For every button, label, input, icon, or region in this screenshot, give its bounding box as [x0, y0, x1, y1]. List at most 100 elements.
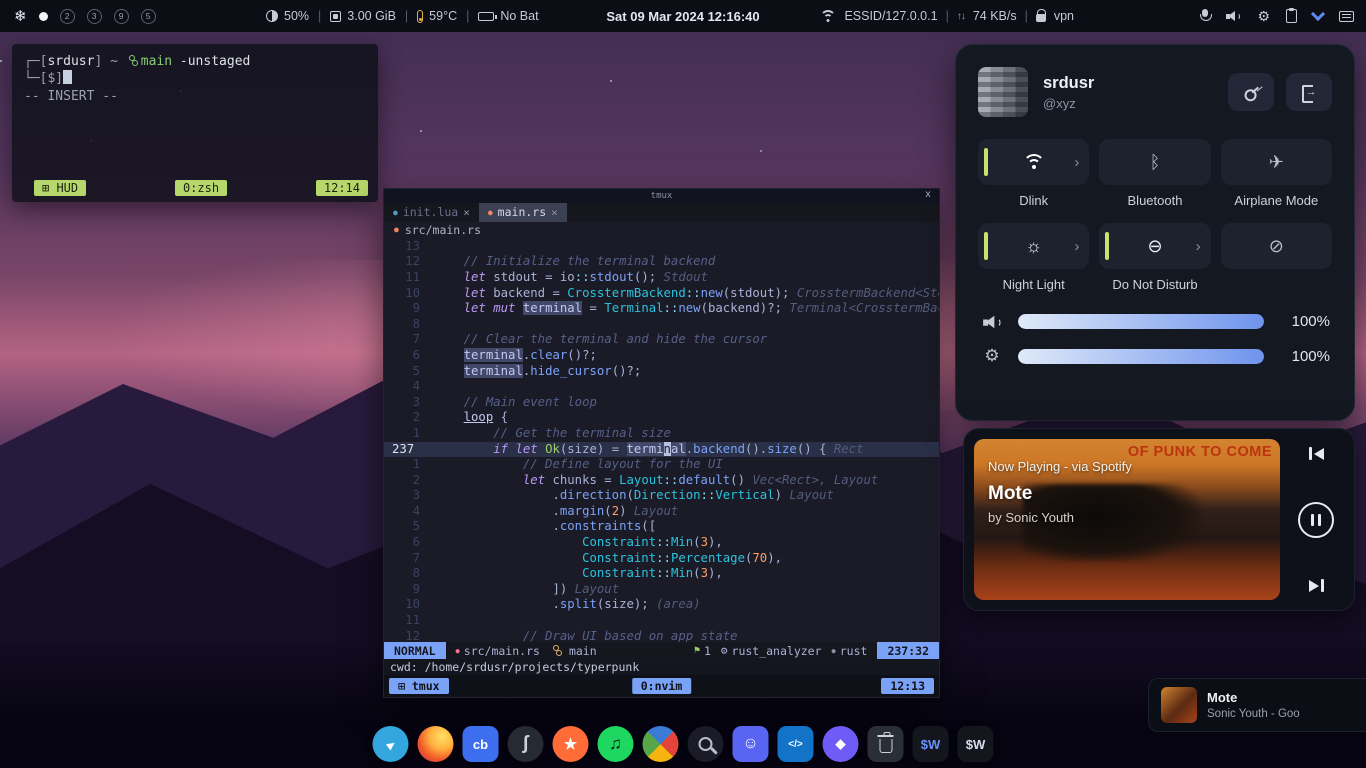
editor-window[interactable]: tmux x ● init.lua × ● main.rs × ● src/ma…: [383, 188, 940, 698]
workspace-3[interactable]: 3: [87, 9, 102, 24]
previous-button[interactable]: [1309, 447, 1324, 460]
flag-icon: ⚑: [694, 645, 700, 656]
workspace-5[interactable]: 5: [141, 9, 156, 24]
dock-photos[interactable]: [643, 726, 679, 762]
microphone-icon[interactable]: [1200, 9, 1210, 23]
toggle-label: Dlink: [1019, 193, 1048, 209]
dock-hook-tool[interactable]: ʃ: [508, 726, 544, 762]
keyring-button[interactable]: [1228, 73, 1274, 111]
code-line: 3 // Main event loop: [384, 395, 939, 411]
tab-init-lua[interactable]: ● init.lua ×: [384, 203, 479, 222]
tab-close-icon[interactable]: ×: [551, 206, 558, 219]
notification-subtitle: Sonic Youth - Goo: [1207, 708, 1300, 720]
dock-discord[interactable]: ☺: [733, 726, 769, 762]
next-button[interactable]: [1309, 579, 1324, 592]
toggle-do-not-disturb[interactable]: ⊖ ›: [1099, 223, 1210, 269]
volume-slider[interactable]: [1018, 314, 1264, 329]
pause-icon: [1298, 502, 1334, 538]
active-accent: [984, 232, 988, 260]
clipboard-icon[interactable]: [1286, 9, 1297, 23]
settings-gear-icon[interactable]: ⚙: [1257, 8, 1270, 25]
code-line: 11: [384, 613, 939, 629]
lua-file-icon: ●: [393, 208, 398, 217]
avatar[interactable]: [978, 67, 1028, 117]
workspace-2[interactable]: 2: [60, 9, 75, 24]
trash-icon: [879, 739, 892, 753]
code-line: 11 let stdout = io::stdout(); Stdout: [384, 270, 939, 286]
album-art[interactable]: OF PUNK TO COME Now Playing - via Spotif…: [974, 439, 1280, 600]
toggle-blocked[interactable]: ⊘: [1221, 223, 1332, 269]
dock-spotify[interactable]: ♫: [598, 726, 634, 762]
code-area[interactable]: 1312 // Initialize the terminal backend1…: [384, 238, 939, 642]
chevron-right-icon[interactable]: ›: [1074, 154, 1079, 171]
hud-terminal-window[interactable]: ┌─[srdusr] ~ main -unstaged └─[$] -- INS…: [12, 44, 378, 202]
hud-window-badge[interactable]: 0:zsh: [175, 180, 227, 196]
distro-logo-icon[interactable]: ❄: [14, 7, 27, 25]
chevron-down-icon[interactable]: [1311, 7, 1325, 21]
tmux-clock-badge: 12:13: [881, 678, 934, 694]
tmux-window-badge[interactable]: 0:nvim: [632, 678, 692, 694]
dock-firefox[interactable]: [418, 726, 454, 762]
dock-wallet-w2[interactable]: $W: [958, 726, 994, 762]
dock-wallet-w1[interactable]: $W: [913, 726, 949, 762]
chevron-right-icon[interactable]: ›: [1074, 238, 1079, 255]
speaker-icon[interactable]: [1226, 10, 1241, 22]
star-app-icon: ★: [564, 735, 577, 753]
essid[interactable]: ESSID/127.0.0.1: [844, 9, 937, 23]
vi-mode-indicator: -- INSERT --: [24, 89, 366, 105]
code-line: 4: [384, 379, 939, 395]
window-titlebar[interactable]: tmux x: [384, 189, 939, 203]
clock[interactable]: Sat 09 Mar 2024 12:16:40: [606, 0, 759, 32]
telegram-icon: ►: [381, 734, 400, 754]
tab-close-icon[interactable]: ×: [463, 206, 470, 219]
workspace-active-dot[interactable]: [39, 12, 48, 21]
cpu-icon: [266, 10, 278, 22]
brightness-value: 100%: [1278, 348, 1330, 365]
workspace-9[interactable]: 9: [114, 9, 129, 24]
notification-art: [1161, 687, 1197, 723]
dock: ► cbʃ ★ ♫ ☺</>◆ $W $W: [373, 726, 994, 762]
logout-button[interactable]: [1286, 73, 1332, 111]
tab-label: main.rs: [498, 205, 546, 219]
close-icon[interactable]: x: [925, 189, 931, 200]
dock-vscode[interactable]: </>: [778, 726, 814, 762]
code-line: 1 // Define layout for the UI: [384, 457, 939, 473]
code-line: 12 // Initialize the terminal backend: [384, 254, 939, 270]
brightness-slider[interactable]: [1018, 349, 1264, 364]
dock-search[interactable]: [688, 726, 724, 762]
tabline: ● init.lua × ● main.rs ×: [384, 203, 939, 222]
toggle-bluetooth[interactable]: ᛒ: [1099, 139, 1210, 185]
code-line: 8 Constraint::Min(3),: [384, 566, 939, 582]
logout-icon: [1302, 85, 1317, 99]
monitor-icon[interactable]: [1339, 11, 1354, 22]
hud-statusbar: ⊞ HUD 0:zsh 12:14: [22, 180, 368, 196]
stars: [0, 60, 2, 62]
dock-trash[interactable]: [868, 726, 904, 762]
tmux-statusbar: ⊞ tmux 0:nvim 12:13: [384, 675, 939, 697]
control-center: srdusr @xyz › Dlink ᛒ Bluetooth ✈: [955, 44, 1355, 421]
wifi-icon: [1023, 154, 1045, 170]
toggle-night-light[interactable]: ☼ ›: [978, 223, 1089, 269]
notification[interactable]: Mote Sonic Youth - Goo: [1148, 678, 1366, 732]
wallet-w1-icon: $W: [921, 737, 941, 752]
dock-telegram[interactable]: ►: [373, 726, 409, 762]
chevron-right-icon[interactable]: ›: [1196, 238, 1201, 255]
dock-codeblocks[interactable]: cb: [463, 726, 499, 762]
active-accent: [984, 148, 988, 176]
statusline: NORMAL ●src/main.rs main ⚑1 ⚙rust_analyz…: [384, 642, 939, 659]
vpn-label[interactable]: vpn: [1054, 9, 1074, 23]
tmux-session-badge[interactable]: ⊞ tmux: [389, 678, 449, 694]
network-status: ESSID/127.0.0.1 | ↑↓ 74 KB/s | vpn: [820, 0, 1074, 32]
sliders-section: 100% ⚙ 100%: [978, 313, 1332, 366]
separator: |: [466, 9, 469, 23]
skip-forward-icon: [1309, 579, 1324, 592]
git-status: -unstaged: [172, 54, 250, 69]
pause-button[interactable]: [1298, 502, 1334, 538]
night-light-icon: ☼: [1025, 236, 1042, 257]
toggle-airplane-mode[interactable]: ✈: [1221, 139, 1332, 185]
hud-session-badge[interactable]: ⊞ HUD: [34, 180, 86, 196]
dock-proton-app[interactable]: ◆: [823, 726, 859, 762]
toggle-dlink[interactable]: ›: [978, 139, 1089, 185]
dock-star-app[interactable]: ★: [553, 726, 589, 762]
tab-main-rs[interactable]: ● main.rs ×: [479, 203, 567, 222]
